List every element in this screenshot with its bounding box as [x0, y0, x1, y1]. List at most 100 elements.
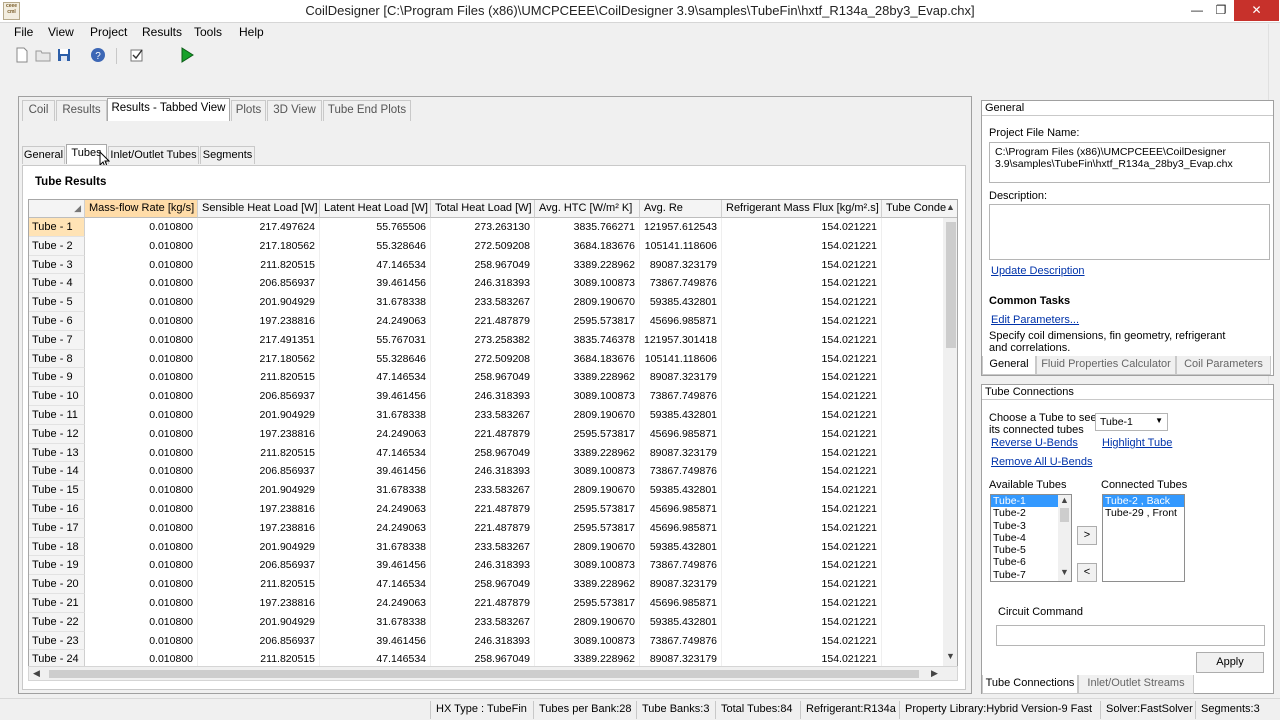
grid-vertical-thumb[interactable]: [946, 222, 956, 348]
table-cell[interactable]: 201.904929: [198, 537, 320, 557]
table-cell[interactable]: 45696.985871: [640, 518, 722, 538]
tab-tube-end-plots[interactable]: Tube End Plots: [323, 100, 411, 121]
available-tubes-list[interactable]: Tube-1 Tube-2 Tube-3 Tube-4 Tube-5 Tube-…: [990, 494, 1072, 582]
table-cell[interactable]: 154.021221: [722, 368, 882, 388]
table-row[interactable]: Tube - 3 0.010800 211.820515 47.146534 258.9…: [29, 255, 944, 275]
scroll-down-icon[interactable]: ▼: [946, 651, 955, 661]
menu-project[interactable]: Project: [90, 25, 127, 39]
row-header[interactable]: Tube - 1: [29, 218, 85, 237]
table-cell[interactable]: 0.010800: [85, 575, 198, 594]
table-cell[interactable]: 0.010800: [85, 481, 198, 500]
table-cell[interactable]: 45696.985871: [640, 594, 722, 613]
list-item[interactable]: Tube-29 , Front: [1103, 507, 1184, 519]
table-cell[interactable]: 3089.100873: [535, 631, 640, 651]
table-cell[interactable]: 154.021221: [722, 518, 882, 538]
table-cell[interactable]: 154.021221: [722, 500, 882, 519]
row-header[interactable]: Tube - 23: [29, 631, 85, 651]
table-cell[interactable]: 154.021221: [722, 349, 882, 369]
table-cell[interactable]: 3089.100873: [535, 556, 640, 576]
table-row[interactable]: Tube - 17 0.010800 197.238816 24.249063 221.…: [29, 518, 944, 538]
table-row[interactable]: Tube - 13 0.010800 211.820515 47.146534 258.…: [29, 443, 944, 463]
table-cell[interactable]: 3389.228962: [535, 368, 640, 388]
table-cell[interactable]: 0.010800: [85, 443, 198, 463]
table-cell[interactable]: 105141.118606: [640, 236, 722, 256]
table-cell[interactable]: 73867.749876: [640, 631, 722, 651]
tab-fluid-properties-calculator[interactable]: Fluid Properties Calculator: [1036, 356, 1176, 375]
table-cell[interactable]: 24.249063: [320, 424, 431, 444]
table-cell[interactable]: 73867.749876: [640, 556, 722, 576]
table-cell[interactable]: 221.487879: [431, 500, 535, 519]
table-cell[interactable]: 217.180562: [198, 349, 320, 369]
table-cell[interactable]: 272.509208: [431, 236, 535, 256]
row-header[interactable]: Tube - 10: [29, 387, 85, 406]
col-header-avg-htc[interactable]: Avg. HTC [W/m² K]: [535, 200, 640, 218]
table-cell[interactable]: 233.583267: [431, 481, 535, 500]
maximize-button[interactable]: ❐: [1207, 0, 1235, 21]
table-cell[interactable]: 233.583267: [431, 537, 535, 557]
table-row[interactable]: Tube - 12 0.010800 197.238816 24.249063 221.…: [29, 424, 944, 444]
row-header[interactable]: Tube - 19: [29, 556, 85, 576]
row-header[interactable]: Tube - 16: [29, 500, 85, 519]
table-cell[interactable]: 206.856937: [198, 631, 320, 651]
table-cell[interactable]: 73867.749876: [640, 387, 722, 406]
table-cell[interactable]: 221.487879: [431, 424, 535, 444]
menu-tools[interactable]: Tools: [194, 25, 222, 39]
table-cell[interactable]: 47.146534: [320, 368, 431, 388]
table-cell[interactable]: 258.967049: [431, 443, 535, 463]
table-row[interactable]: Tube - 10 0.010800 206.856937 39.461456 246.…: [29, 387, 944, 406]
description-field[interactable]: [989, 204, 1270, 260]
table-cell[interactable]: 217.180562: [198, 236, 320, 256]
highlight-tube-link[interactable]: Highlight Tube: [1102, 437, 1172, 449]
row-header[interactable]: Tube - 3: [29, 255, 85, 275]
update-description-link[interactable]: Update Description: [991, 265, 1085, 277]
table-cell[interactable]: 154.021221: [722, 650, 882, 666]
table-cell[interactable]: 258.967049: [431, 368, 535, 388]
edit-check-icon[interactable]: [129, 47, 145, 63]
table-row[interactable]: Tube - 23 0.010800 206.856937 39.461456 246.…: [29, 631, 944, 651]
circuit-command-input[interactable]: [996, 625, 1265, 646]
table-cell[interactable]: 31.678338: [320, 481, 431, 500]
row-header[interactable]: Tube - 17: [29, 518, 85, 538]
col-header-total-heat[interactable]: Total Heat Load [W]: [431, 200, 535, 218]
row-header[interactable]: Tube - 14: [29, 462, 85, 482]
tab-general-bottom[interactable]: General: [982, 356, 1036, 375]
table-cell[interactable]: 154.021221: [722, 255, 882, 275]
grid-vertical-scrollbar[interactable]: ▲ ▼: [943, 202, 957, 666]
table-row[interactable]: Tube - 24 0.010800 211.820515 47.146534 258.…: [29, 650, 944, 666]
table-cell[interactable]: 154.021221: [722, 537, 882, 557]
row-header[interactable]: Tube - 22: [29, 612, 85, 632]
menu-file[interactable]: File: [14, 25, 33, 39]
edit-parameters-link[interactable]: Edit Parameters...: [991, 314, 1079, 326]
table-cell[interactable]: 154.021221: [722, 218, 882, 237]
table-cell[interactable]: 24.249063: [320, 594, 431, 613]
table-cell[interactable]: 2595.573817: [535, 424, 640, 444]
table-cell[interactable]: 2595.573817: [535, 312, 640, 331]
scroll-up-icon[interactable]: ▲: [946, 202, 955, 212]
table-cell[interactable]: 0.010800: [85, 218, 198, 237]
table-cell[interactable]: 246.318393: [431, 274, 535, 294]
table-cell[interactable]: 246.318393: [431, 387, 535, 406]
row-header[interactable]: Tube - 18: [29, 537, 85, 557]
table-cell[interactable]: 154.021221: [722, 406, 882, 425]
table-cell[interactable]: 105141.118606: [640, 349, 722, 369]
table-cell[interactable]: 89087.323179: [640, 575, 722, 594]
table-cell[interactable]: 47.146534: [320, 575, 431, 594]
table-cell[interactable]: 89087.323179: [640, 255, 722, 275]
table-cell[interactable]: 273.263130: [431, 218, 535, 237]
table-cell[interactable]: 206.856937: [198, 274, 320, 294]
table-cell[interactable]: 55.328646: [320, 349, 431, 369]
table-cell[interactable]: 3089.100873: [535, 274, 640, 294]
table-cell[interactable]: 197.238816: [198, 500, 320, 519]
table-cell[interactable]: 2809.190670: [535, 406, 640, 425]
corner-header[interactable]: ◢: [29, 200, 85, 218]
table-cell[interactable]: 246.318393: [431, 462, 535, 482]
run-icon[interactable]: [179, 47, 195, 63]
table-row[interactable]: Tube - 22 0.010800 201.904929 31.678338 233.…: [29, 612, 944, 632]
table-cell[interactable]: 3684.183676: [535, 349, 640, 369]
connected-tubes-list[interactable]: Tube-2 , Back Tube-29 , Front: [1102, 494, 1185, 582]
row-header[interactable]: Tube - 7: [29, 330, 85, 350]
table-cell[interactable]: 197.238816: [198, 594, 320, 613]
table-cell[interactable]: 154.021221: [722, 236, 882, 256]
table-cell[interactable]: 233.583267: [431, 406, 535, 425]
table-cell[interactable]: 272.509208: [431, 349, 535, 369]
